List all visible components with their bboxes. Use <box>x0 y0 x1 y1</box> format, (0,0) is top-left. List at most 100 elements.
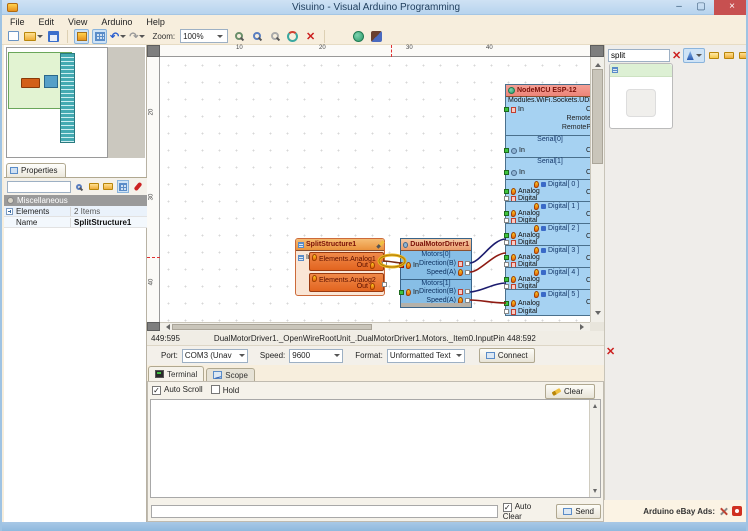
delete-button[interactable]: ✕ <box>303 29 318 44</box>
minimap-gutter <box>108 47 145 158</box>
scroll-down-icon[interactable] <box>593 489 597 495</box>
web-help-button[interactable] <box>351 29 366 44</box>
port-select[interactable]: COM3 (Unav <box>182 349 248 363</box>
scroll-left-icon[interactable] <box>163 324 170 330</box>
toolbar-separator <box>67 30 68 43</box>
zoom-out-button[interactable] <box>249 29 264 44</box>
community-button[interactable] <box>369 29 384 44</box>
format-select[interactable]: Unformatted Text <box>387 349 465 363</box>
menu-file[interactable]: File <box>10 17 25 27</box>
wire-direction1-digital4[interactable] <box>470 283 506 292</box>
vertical-ruler: 20 30 40 <box>147 57 160 322</box>
properties-toolbar <box>4 177 147 195</box>
maximize-button[interactable]: ▢ <box>690 0 712 15</box>
copy-component-button[interactable] <box>707 49 720 62</box>
terminal-scrollbar[interactable] <box>589 400 600 497</box>
menu-arduino[interactable]: Arduino <box>101 17 132 27</box>
collapse-categories-button[interactable] <box>102 180 115 193</box>
property-row-name[interactable]: Name SplitStructure1 <box>4 217 147 228</box>
expand-icon[interactable] <box>6 208 13 215</box>
scrollbar-corner <box>590 322 604 331</box>
ruler-number: 30 <box>406 45 413 51</box>
tab-properties[interactable]: Properties <box>6 163 66 177</box>
minimap[interactable] <box>6 47 108 158</box>
clear-search-icon[interactable]: ✕ <box>672 49 681 62</box>
auto-scroll-checkbox[interactable]: ✓Auto Scroll <box>152 385 203 395</box>
redo-button[interactable]: ↷ <box>129 29 145 44</box>
arrange-button[interactable] <box>117 180 130 193</box>
open-button[interactable] <box>24 29 43 44</box>
connect-button[interactable]: Connect <box>479 348 535 363</box>
tab-terminal[interactable]: Terminal <box>148 366 204 381</box>
expand-categories-button[interactable] <box>88 180 101 193</box>
port-label: Port: <box>161 351 178 360</box>
property-value[interactable]: SplitStructure1 <box>70 218 147 227</box>
design-canvas[interactable]: NodeMCU ESP-12 Modules.WiFi.Sockets.UDP … <box>160 57 590 322</box>
menu-view[interactable]: View <box>68 17 87 27</box>
search-result-tile[interactable] <box>609 63 673 129</box>
ruler-number: 30 <box>148 194 154 201</box>
collapse-all-button[interactable] <box>722 49 735 62</box>
canvas-vertical-scrollbar[interactable] <box>590 57 604 322</box>
minimize-button[interactable]: – <box>668 0 690 15</box>
new-button[interactable] <box>6 29 21 44</box>
speed-select[interactable]: 9600 <box>289 349 343 363</box>
wizard-dropdown-icon <box>696 54 702 57</box>
undo-button[interactable]: ↶ <box>110 29 126 44</box>
wire-split-motor[interactable] <box>383 261 403 263</box>
refresh-icon <box>287 31 298 42</box>
zoom-in-icon <box>235 32 243 40</box>
close-panel-button[interactable]: ✕ <box>606 345 615 358</box>
send-input[interactable] <box>151 505 498 518</box>
menu-help[interactable]: Help <box>146 17 165 27</box>
filter-icon[interactable] <box>73 180 86 193</box>
scrollbar-thumb[interactable] <box>172 324 372 330</box>
toggle-toolbox-button[interactable] <box>74 29 89 44</box>
toolbox-search-bar: ✕ <box>608 48 748 63</box>
cursor-coordinates: 449:595 <box>151 334 180 343</box>
auto-clear-checkbox[interactable]: ✓Auto Clear <box>503 502 552 521</box>
pin-button[interactable] <box>131 180 144 193</box>
scroll-right-icon[interactable] <box>580 324 587 330</box>
scrollbar-thumb[interactable] <box>592 69 603 164</box>
ads-label: Arduino eBay Ads: <box>643 507 715 516</box>
toolbar-separator <box>324 30 325 43</box>
zoom-value: 100% <box>183 32 203 41</box>
send-button[interactable]: Send <box>556 504 601 519</box>
selected-wire-highlight-outline <box>379 255 405 267</box>
terminal-output[interactable] <box>150 399 601 498</box>
property-row-elements[interactable]: Elements 2 Items <box>4 206 147 217</box>
scroll-up-icon[interactable] <box>593 402 597 408</box>
connect-icon <box>486 352 495 359</box>
ads-tools-icon[interactable] <box>719 507 728 516</box>
refresh-button[interactable] <box>285 29 300 44</box>
scroll-up-icon[interactable] <box>595 60 601 67</box>
tab-scope[interactable]: Scope <box>206 368 255 381</box>
property-filter-input[interactable] <box>7 181 71 193</box>
wizard-icon <box>687 51 694 60</box>
category-icon <box>7 197 14 204</box>
toggle-grid-button[interactable] <box>92 29 107 44</box>
zoom-select[interactable]: 100% <box>180 29 228 43</box>
component-search-input[interactable] <box>608 49 670 62</box>
ebay-icon[interactable] <box>732 506 742 516</box>
wire-direction0-digital2[interactable] <box>470 239 506 263</box>
wire-speed0-digital3[interactable] <box>470 253 506 272</box>
open-icon <box>24 32 36 41</box>
scroll-down-icon[interactable] <box>595 311 601 318</box>
zoom-in-button[interactable] <box>231 29 246 44</box>
property-value[interactable]: 2 Items <box>70 207 147 216</box>
expand-all-button[interactable] <box>737 49 748 62</box>
wizard-button[interactable] <box>683 48 705 63</box>
checkbox-checked: ✓ <box>503 503 512 512</box>
close-button[interactable]: × <box>714 0 748 15</box>
save-button[interactable] <box>46 29 61 44</box>
wire-speed1-digital5[interactable] <box>470 300 506 303</box>
canvas-horizontal-scrollbar[interactable] <box>160 322 590 331</box>
hold-checkbox[interactable]: Hold <box>211 385 239 395</box>
property-group-header[interactable]: Miscellaneous <box>4 195 147 206</box>
menu-edit[interactable]: Edit <box>39 17 55 27</box>
zoom-reset-button[interactable] <box>267 29 282 44</box>
clear-button[interactable]: Clear <box>545 384 595 399</box>
property-label: Name <box>4 218 70 227</box>
